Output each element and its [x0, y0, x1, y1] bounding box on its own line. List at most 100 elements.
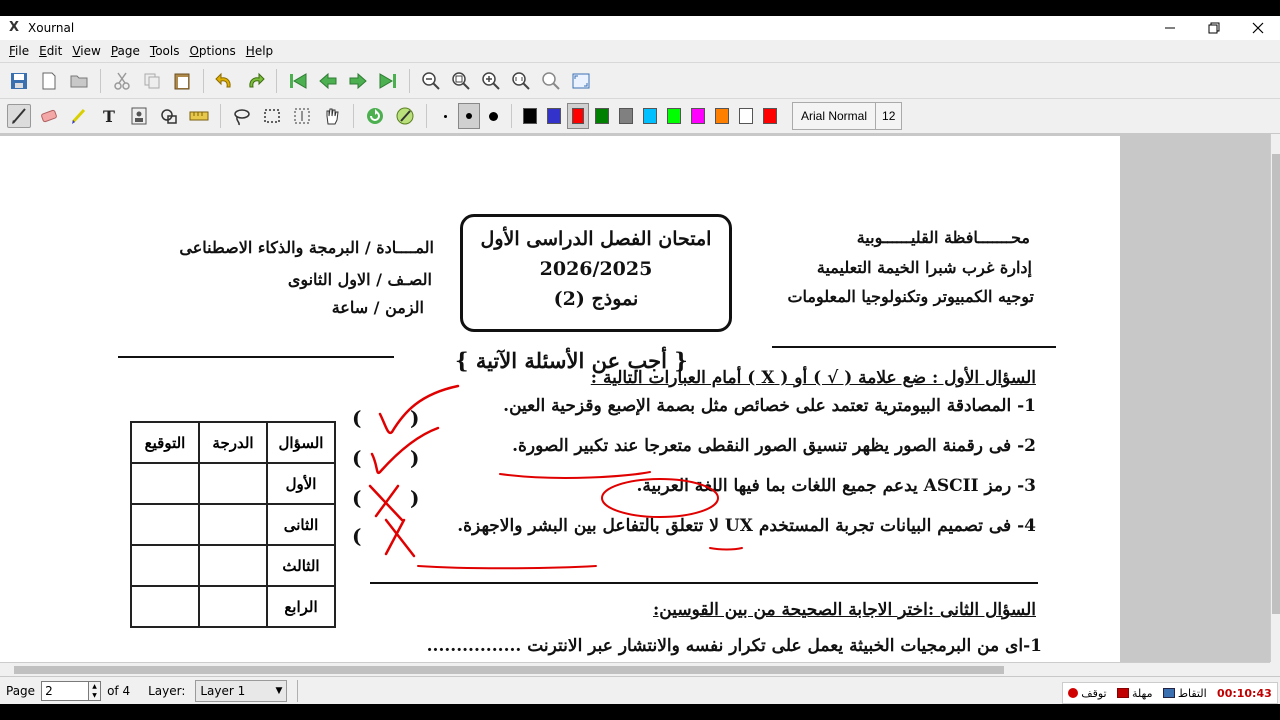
copy-icon	[144, 73, 160, 88]
save-button[interactable]	[7, 69, 31, 93]
page-width-button[interactable]	[509, 69, 533, 93]
x-mark-3	[368, 484, 404, 522]
save-icon	[11, 72, 27, 89]
page-spinner[interactable]: ▲ ▼	[89, 680, 102, 701]
last-page-button[interactable]	[376, 69, 400, 93]
thickness-medium-button[interactable]	[458, 103, 480, 129]
menu-help[interactable]: Help	[241, 44, 278, 58]
spin-up-icon[interactable]: ▲	[92, 683, 97, 690]
layer-label: Layer:	[148, 683, 186, 698]
image-tool-button[interactable]	[127, 104, 151, 128]
eraser-icon	[41, 109, 57, 123]
color-swatch-button[interactable]	[519, 103, 541, 129]
scrollbar-thumb[interactable]	[14, 666, 1004, 674]
color-swatch-button[interactable]	[615, 103, 637, 129]
default-pen-button[interactable]	[393, 104, 417, 128]
menu-view[interactable]: View	[67, 44, 105, 58]
zoom-in-button[interactable]	[479, 69, 503, 93]
color-swatch-button[interactable]	[759, 103, 781, 129]
layer-select[interactable]: Layer 1 ▼	[195, 679, 288, 702]
menu-tools[interactable]: Tools	[145, 44, 185, 58]
toolbar-separator	[100, 68, 101, 93]
svg-text:T: T	[103, 107, 115, 126]
recorder-stop-button[interactable]: توقف	[1068, 687, 1107, 700]
ruler-icon	[189, 111, 209, 121]
undo-button[interactable]	[213, 69, 237, 93]
first-page-button[interactable]	[286, 69, 310, 93]
open-button[interactable]	[67, 69, 91, 93]
pause-icon	[1116, 688, 1129, 698]
recorder-pause-button[interactable]: مهلة	[1116, 687, 1152, 700]
page-number-input[interactable]: 2	[41, 680, 90, 701]
prev-page-button[interactable]	[316, 69, 340, 93]
recorder-capture-button[interactable]: التقاط	[1162, 687, 1207, 700]
eraser-tool-button[interactable]	[37, 104, 61, 128]
zoom-out-button[interactable]	[419, 69, 443, 93]
horizontal-scrollbar[interactable]	[0, 662, 1270, 676]
menu-file[interactable]: File	[4, 44, 34, 58]
menu-options[interactable]: Options	[184, 44, 240, 58]
shape-recognizer-button[interactable]	[157, 104, 181, 128]
color-swatch-button[interactable]	[591, 103, 613, 129]
font-size-button[interactable]: 12	[876, 102, 903, 130]
pen-settings-icon	[396, 107, 414, 125]
vertical-scrollbar[interactable]	[1270, 134, 1280, 662]
canvas-area[interactable]: محـــــــافظة القليــــــوبية إدارة غرب …	[0, 134, 1270, 662]
thickness-fine-button[interactable]	[434, 103, 456, 129]
close-button[interactable]	[1236, 16, 1280, 40]
window-controls	[1148, 16, 1280, 40]
ruler-button[interactable]	[187, 104, 211, 128]
color-swatch-button[interactable]	[735, 103, 757, 129]
letterbox-bottom	[0, 704, 1280, 720]
check-mark-2	[370, 426, 440, 475]
color-swatch-button[interactable]	[543, 103, 565, 129]
pen-tool-button[interactable]	[7, 104, 31, 128]
color-swatch-button[interactable]	[687, 103, 709, 129]
vertical-space-button[interactable]	[290, 104, 314, 128]
toolbar-separator	[409, 68, 410, 93]
color-swatch-icon	[667, 108, 681, 124]
clipboard-icon	[174, 73, 190, 89]
copy-button[interactable]	[140, 69, 164, 93]
menu-page[interactable]: Page	[106, 44, 145, 58]
redo-button[interactable]	[243, 69, 267, 93]
refresh-icon	[367, 108, 383, 124]
color-swatch-button[interactable]	[711, 103, 733, 129]
letterbox-top	[0, 0, 1280, 16]
cut-button[interactable]	[110, 69, 134, 93]
color-swatch-button[interactable]	[567, 103, 589, 129]
next-page-button[interactable]	[346, 69, 370, 93]
minimize-button[interactable]	[1148, 16, 1192, 40]
zoom-set-button[interactable]	[539, 69, 563, 93]
underline-annotation	[709, 547, 743, 551]
menu-edit[interactable]: Edit	[34, 44, 67, 58]
medium-dot-icon	[466, 113, 472, 119]
x-mark-4	[384, 518, 416, 558]
restore-icon	[1208, 22, 1220, 34]
restore-button[interactable]	[1192, 16, 1236, 40]
paste-button[interactable]	[170, 69, 194, 93]
highlighter-tool-button[interactable]	[67, 104, 91, 128]
window-title: Xournal	[28, 21, 75, 35]
color-swatch-button[interactable]	[639, 103, 661, 129]
lasso-select-button[interactable]	[230, 104, 254, 128]
color-swatch-icon	[547, 108, 561, 124]
text-tool-button[interactable]: T	[97, 104, 121, 128]
xournal-window: X Xournal File Edit View Page Tools Opti…	[0, 16, 1280, 704]
color-swatch-button[interactable]	[663, 103, 685, 129]
scissors-icon	[114, 72, 130, 90]
page-label: Page	[6, 683, 36, 698]
thickness-thick-button[interactable]	[482, 103, 504, 129]
rect-select-button[interactable]	[260, 104, 284, 128]
fullscreen-button[interactable]	[569, 69, 593, 93]
hand-tool-button[interactable]	[320, 104, 344, 128]
new-button[interactable]	[37, 69, 61, 93]
zoom-normal-button[interactable]	[449, 69, 473, 93]
scrollbar-thumb[interactable]	[1272, 154, 1280, 614]
page-canvas[interactable]: محـــــــافظة القليــــــوبية إدارة غرب …	[0, 136, 1120, 662]
close-icon	[1252, 22, 1264, 34]
default-tool-button[interactable]	[363, 104, 387, 128]
spin-down-icon[interactable]: ▼	[92, 692, 97, 699]
minimize-icon	[1165, 27, 1175, 29]
font-button[interactable]: Arial Normal	[792, 102, 877, 130]
